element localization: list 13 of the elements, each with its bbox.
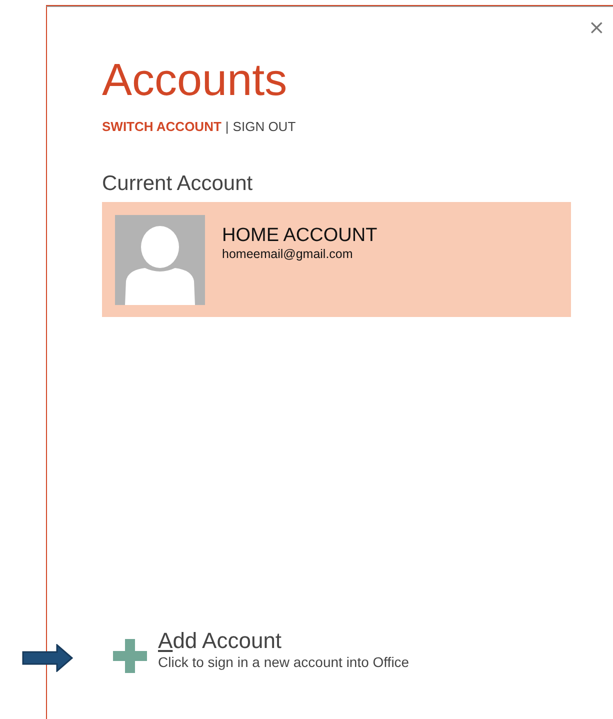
- account-email: homeemail@gmail.com: [222, 247, 354, 261]
- section-heading: Current Account: [102, 172, 254, 196]
- account-link[interactable]: SWITCH ACCOUNT: [102, 119, 222, 134]
- page-title: Accounts: [102, 53, 288, 107]
- add-account-button[interactable]: Add Account Click to sign in a new account into Office: [113, 628, 613, 673]
- link-separator: |: [225, 119, 229, 134]
- avatar-icon: [115, 215, 205, 305]
- arrow-icon: [22, 644, 73, 672]
- close-button[interactable]: ×: [588, 17, 605, 37]
- account-link[interactable]: SIGN OUT: [232, 119, 296, 134]
- account-card[interactable]: HOME ACCOUNT homeemail@gmail.com: [102, 202, 571, 317]
- account-name: HOME ACCOUNT: [222, 225, 378, 247]
- plus-icon: [113, 639, 147, 673]
